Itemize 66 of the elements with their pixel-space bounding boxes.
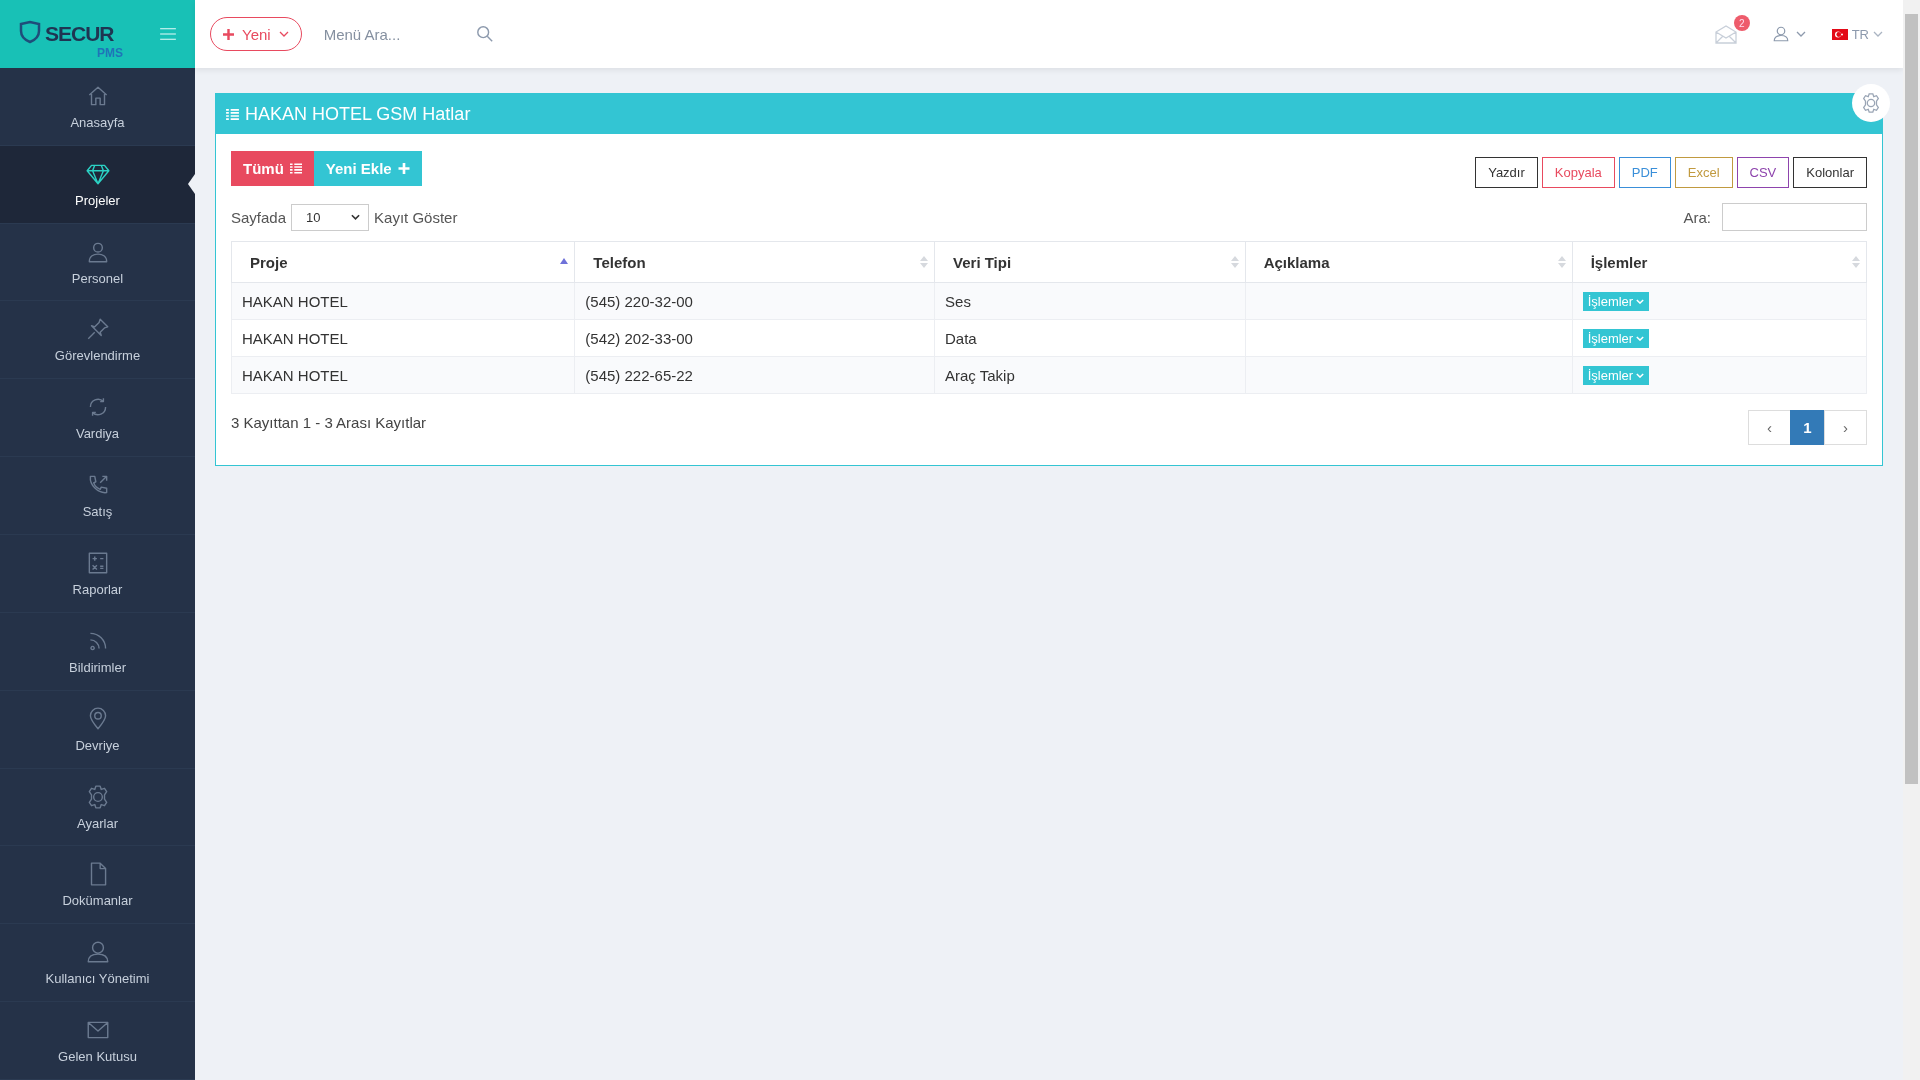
page-size-select[interactable]: 10	[291, 203, 370, 231]
table-cell: Ses	[934, 282, 1246, 320]
table-cell: Araç Takip	[934, 356, 1246, 394]
page-size-label: Sayfada	[231, 208, 287, 226]
all-button[interactable]: Tümü	[231, 151, 314, 186]
previous-page-button[interactable]: ‹	[1748, 410, 1791, 445]
column-header[interactable]: İşlemler	[1572, 241, 1867, 283]
column-header[interactable]: Telefon	[574, 241, 935, 283]
table-cell: HAKAN HOTEL	[231, 282, 575, 320]
table-cell: Data	[934, 319, 1246, 357]
shield-icon	[18, 19, 42, 44]
settings-icon	[1860, 92, 1882, 114]
user-menu[interactable]	[1771, 25, 1806, 43]
sidebar-item[interactable]: Satış	[0, 457, 195, 536]
sidebar-item[interactable]: Görevlendirme	[0, 301, 195, 380]
sidebar-item[interactable]: Ayarlar	[0, 768, 195, 847]
table-info: 3 Kayıttan 1 - 3 Arası Kayıtlar	[231, 414, 427, 431]
user-icon	[1771, 25, 1790, 43]
chevron-icon	[1873, 31, 1883, 37]
table-cell: (545) 220-32-00	[574, 282, 935, 320]
table-cell: HAKAN HOTEL	[231, 319, 575, 357]
export-button[interactable]: CSV	[1736, 157, 1790, 188]
column-header[interactable]: Açıklama	[1245, 241, 1573, 283]
panel-title: HAKAN HOTEL GSM Hatlar	[245, 103, 471, 125]
table-cell: HAKAN HOTEL	[231, 356, 575, 394]
table-cell: (542) 202-33-00	[574, 319, 935, 357]
export-button[interactable]: Kopyala	[1541, 157, 1615, 188]
column-header[interactable]: Veri Tipi	[934, 241, 1246, 283]
chevron-icon	[1636, 335, 1645, 341]
chevron-icon	[351, 214, 361, 220]
sidebar-item[interactable]: Vardiya	[0, 379, 195, 458]
notification-badge: 2	[1733, 15, 1750, 31]
chevron-icon	[1636, 372, 1645, 378]
envelope-icon[interactable]	[1713, 24, 1738, 44]
new-button[interactable]: Yeni	[210, 17, 302, 51]
sidebar-item[interactable]: Gelen Kutusu	[0, 1002, 195, 1080]
sidebar-item[interactable]: Personel	[0, 223, 195, 302]
column-header[interactable]: Proje	[231, 241, 575, 283]
export-button[interactable]: Kolonlar	[1793, 157, 1867, 188]
page-button[interactable]: 1	[1790, 410, 1825, 445]
next-page-button[interactable]: ›	[1824, 410, 1867, 445]
table-cell: (545) 222-65-22	[574, 356, 935, 394]
flag-icon	[1831, 28, 1848, 40]
chevron-icon	[1636, 298, 1645, 304]
table-search-field[interactable]	[1722, 203, 1867, 231]
menu-icon[interactable]	[159, 26, 177, 41]
sidebar-item[interactable]: Projeler	[0, 145, 195, 224]
sidebar-item[interactable]: Devriye	[0, 690, 195, 769]
plus-icon	[397, 163, 410, 174]
list-icon	[226, 108, 239, 120]
sidebar-item[interactable]: Anasayfa	[0, 67, 195, 146]
page-size-label: Kayıt Göster	[374, 208, 458, 226]
settings-button[interactable]	[1852, 84, 1890, 122]
chevron-icon	[278, 31, 289, 37]
list-icon	[289, 163, 302, 174]
sidebar-item[interactable]: Raporlar	[0, 535, 195, 613]
sidebar-item[interactable]: Dokümanlar	[0, 846, 195, 925]
chevron-icon	[1795, 31, 1806, 37]
search-icon[interactable]	[475, 25, 494, 43]
scrollbar[interactable]	[1903, 0, 1920, 1080]
export-button[interactable]: Yazdır	[1475, 157, 1538, 188]
plus-icon	[223, 28, 234, 40]
active-indicator	[188, 174, 195, 195]
sidebar-item[interactable]: Bildirimler	[0, 612, 195, 691]
sidebar-item[interactable]: Kullanıcı Yönetimi	[0, 924, 195, 1003]
search-label: Ara:	[1683, 208, 1711, 226]
